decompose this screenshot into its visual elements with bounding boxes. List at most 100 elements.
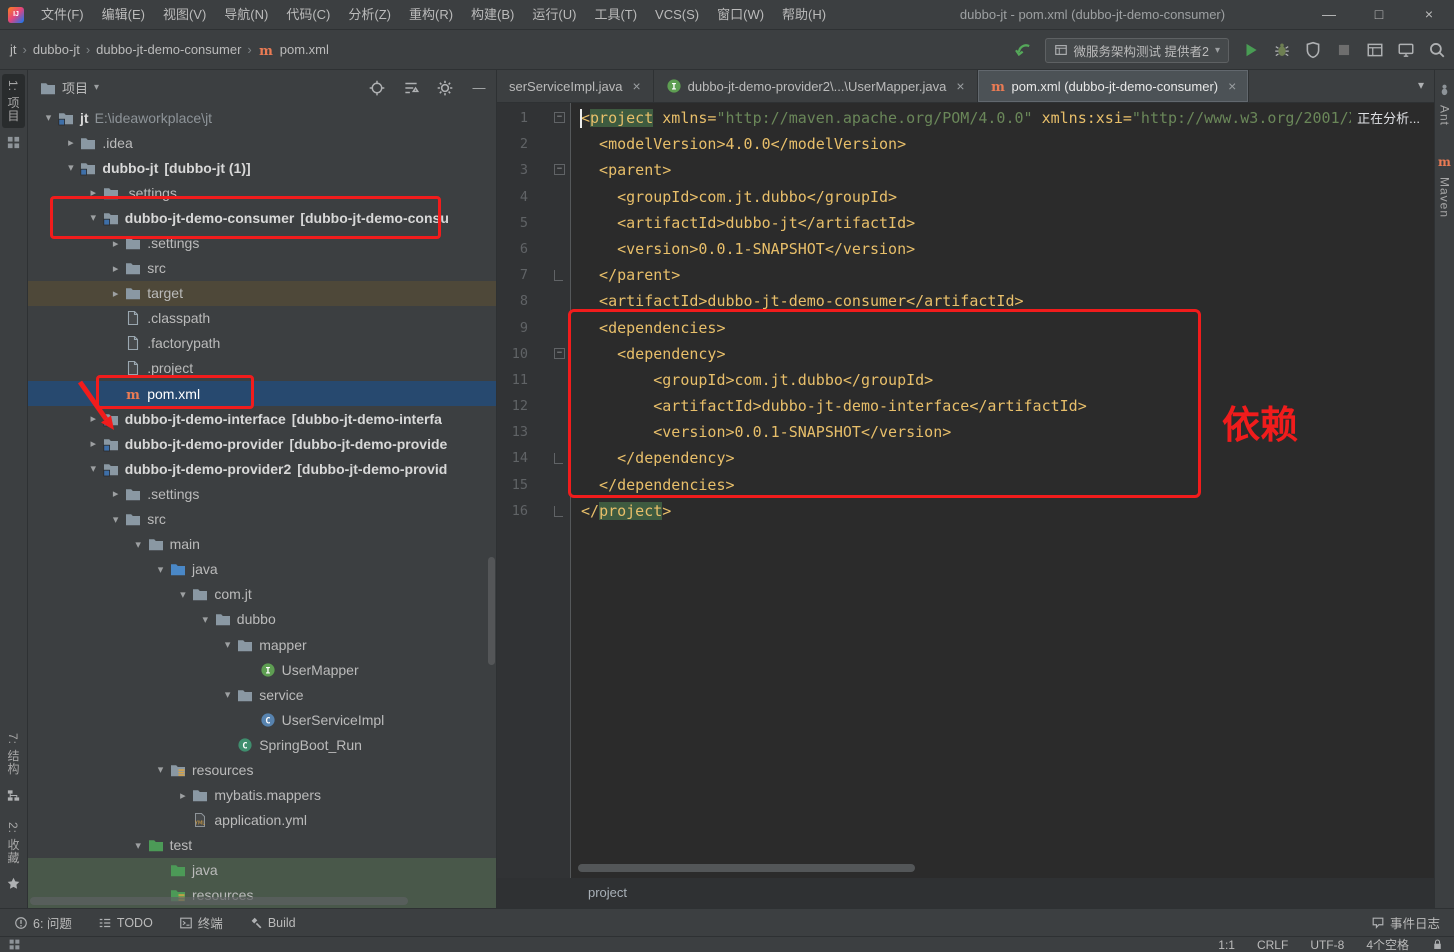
chevron-open-icon[interactable]: ▾ bbox=[130, 839, 147, 852]
tree-item-.settings[interactable]: ▸ .settings bbox=[28, 481, 496, 506]
run-config-selector[interactable]: 微服务架构测试 提供者2 ▾ bbox=[1044, 37, 1229, 63]
chevron-closed-icon[interactable]: ▸ bbox=[107, 237, 124, 250]
project-horizontal-scrollbar[interactable] bbox=[30, 897, 408, 905]
tree-item-UserMapper[interactable]: I UserMapper bbox=[28, 657, 496, 682]
search-icon[interactable] bbox=[1428, 41, 1446, 59]
maven-reimport-icon[interactable] bbox=[1014, 41, 1032, 59]
tree-item-application.yml[interactable]: YML application.yml bbox=[28, 808, 496, 833]
tool-button-ant[interactable]: Ant bbox=[1435, 99, 1454, 146]
fold-marker-icon[interactable]: − bbox=[554, 164, 565, 176]
tree-item-.classpath[interactable]: .classpath bbox=[28, 306, 496, 331]
fold-end-icon[interactable] bbox=[554, 270, 563, 282]
tree-item-java[interactable]: java bbox=[28, 857, 496, 883]
monitor-icon[interactable] bbox=[1397, 41, 1415, 59]
close-icon[interactable]: × bbox=[1228, 78, 1236, 94]
chevron-open-icon[interactable]: ▾ bbox=[107, 513, 124, 526]
tree-item-.settings[interactable]: ▸ .settings bbox=[28, 180, 496, 205]
locate-icon[interactable] bbox=[368, 79, 386, 97]
tree-item-.settings[interactable]: ▸ .settings bbox=[28, 230, 496, 255]
tree-item-pom.xml[interactable]: m pom.xml bbox=[28, 381, 496, 407]
run-icon[interactable] bbox=[1242, 41, 1260, 59]
coverage-icon[interactable] bbox=[1304, 41, 1322, 59]
chevron-closed-icon[interactable]: ▸ bbox=[107, 287, 124, 300]
menu-item[interactable]: 代码(C) bbox=[277, 0, 339, 30]
minimize-button[interactable]: — bbox=[1304, 0, 1354, 30]
menu-item[interactable]: 编辑(E) bbox=[93, 0, 154, 30]
close-button[interactable]: × bbox=[1404, 0, 1454, 30]
tree-item-.project[interactable]: .project bbox=[28, 356, 496, 381]
menu-item[interactable]: 运行(U) bbox=[523, 0, 585, 30]
chevron-open-icon[interactable]: ▾ bbox=[152, 763, 169, 776]
line-separator[interactable]: CRLF bbox=[1257, 938, 1288, 952]
tool-button-project[interactable]: 1: 项目 bbox=[2, 74, 25, 129]
breadcrumb-item-dubbo-jt[interactable]: dubbo-jt bbox=[33, 42, 80, 57]
tool-button-problems[interactable]: 6: 问题 bbox=[14, 913, 72, 932]
close-icon[interactable]: × bbox=[632, 78, 640, 94]
indent-setting[interactable]: 4个空格 bbox=[1366, 936, 1409, 952]
tool-button-maven[interactable]: Maven bbox=[1435, 171, 1454, 238]
chevron-open-icon[interactable]: ▾ bbox=[130, 538, 147, 551]
tree-item-.factorypath[interactable]: .factorypath bbox=[28, 331, 496, 356]
tree-item-resources[interactable]: ▾ resources bbox=[28, 757, 496, 782]
chevron-open-icon[interactable]: ▾ bbox=[62, 161, 79, 174]
chevron-open-icon[interactable]: ▾ bbox=[85, 211, 102, 224]
tree-item-jt[interactable]: ▾ jt E:\ideaworkplace\jt bbox=[28, 105, 496, 130]
tool-button-todo[interactable]: TODO bbox=[98, 916, 153, 930]
menu-item[interactable]: 导航(N) bbox=[215, 0, 277, 30]
tree-item-service[interactable]: ▾ service bbox=[28, 682, 496, 707]
chevron-open-icon[interactable]: ▾ bbox=[197, 613, 214, 626]
debug-icon[interactable] bbox=[1273, 41, 1291, 59]
gear-icon[interactable] bbox=[436, 79, 454, 97]
menu-item[interactable]: 分析(Z) bbox=[339, 0, 400, 30]
tree-item-mybatis.mappers[interactable]: ▸ mybatis.mappers bbox=[28, 783, 496, 808]
chevron-closed-icon[interactable]: ▸ bbox=[85, 186, 102, 199]
tool-window-switcher-icon[interactable] bbox=[8, 938, 21, 951]
tree-item-target[interactable]: ▸ target bbox=[28, 280, 496, 306]
tree-item-.idea[interactable]: ▸ .idea bbox=[28, 130, 496, 155]
chevron-open-icon[interactable]: ▾ bbox=[152, 563, 169, 576]
menu-item[interactable]: 文件(F) bbox=[32, 0, 93, 30]
chevron-closed-icon[interactable]: ▸ bbox=[107, 262, 124, 275]
tree-item-dubbo-jt-demo-consumer[interactable]: ▾ dubbo-jt-demo-consumer [dubbo-jt-demo-co… bbox=[28, 205, 496, 230]
breadcrumb-item-pom[interactable]: pom.xml bbox=[280, 42, 329, 57]
chevron-open-icon[interactable]: ▾ bbox=[40, 111, 57, 124]
code-area[interactable]: <project xmlns="http://maven.apache.org/… bbox=[571, 103, 1434, 878]
tree-item-dubbo-jt[interactable]: ▾ dubbo-jt [dubbo-jt (1)] bbox=[28, 155, 496, 180]
stop-icon[interactable] bbox=[1335, 41, 1353, 59]
lock-icon[interactable] bbox=[1431, 938, 1444, 951]
editor-horizontal-scrollbar[interactable] bbox=[578, 864, 915, 872]
tree-item-mapper[interactable]: ▾ mapper bbox=[28, 632, 496, 657]
fold-end-icon[interactable] bbox=[554, 505, 563, 517]
chevron-open-icon[interactable]: ▾ bbox=[174, 588, 191, 601]
tree-item-java[interactable]: ▾ java bbox=[28, 557, 496, 582]
tool-button-event-log[interactable]: 事件日志 bbox=[1371, 913, 1440, 932]
project-panel-title[interactable]: 项目 bbox=[62, 78, 88, 97]
chevron-closed-icon[interactable]: ▸ bbox=[174, 789, 191, 802]
caret-position[interactable]: 1:1 bbox=[1218, 938, 1235, 952]
menu-item[interactable]: 窗口(W) bbox=[708, 0, 773, 30]
hide-icon[interactable]: ― bbox=[470, 79, 488, 97]
editor-body[interactable]: 1−2 3−4 5 6 7 8 9 10−11 12 13 14 15 16 <project xmln… bbox=[497, 103, 1434, 878]
collapse-all-icon[interactable] bbox=[402, 79, 420, 97]
tool-button-terminal[interactable]: 终端 bbox=[179, 913, 223, 932]
breadcrumb-project-tag[interactable]: project bbox=[588, 885, 627, 900]
tree-item-SpringBoot_Run[interactable]: C SpringBoot_Run bbox=[28, 732, 496, 757]
chevron-closed-icon[interactable]: ▸ bbox=[85, 437, 102, 450]
tree-item-test[interactable]: ▾ test bbox=[28, 833, 496, 858]
tree-item-UserServiceImpl[interactable]: C UserServiceImpl bbox=[28, 707, 496, 732]
menu-item[interactable]: 帮助(H) bbox=[773, 0, 835, 30]
tool-button-structure[interactable]: 7: 结构 bbox=[2, 727, 25, 815]
tree-item-dubbo[interactable]: ▾ dubbo bbox=[28, 607, 496, 632]
tree-item-dubbo-jt-demo-provider2[interactable]: ▾ dubbo-jt-demo-provider2 [dubbo-jt-demo-p… bbox=[28, 456, 496, 481]
tree-item-dubbo-jt-demo-provider[interactable]: ▸ dubbo-jt-demo-provider [dubbo-jt-demo-pr… bbox=[28, 431, 496, 456]
breadcrumb-item-jt[interactable]: jt bbox=[10, 42, 17, 57]
tree-item-main[interactable]: ▾ main bbox=[28, 532, 496, 557]
chevron-down-icon[interactable]: ▾ bbox=[94, 82, 99, 93]
tree-item-src[interactable]: ▾ src bbox=[28, 507, 496, 532]
chevron-closed-icon[interactable]: ▸ bbox=[107, 487, 124, 500]
layout-icon[interactable] bbox=[1366, 41, 1384, 59]
chevron-closed-icon[interactable]: ▸ bbox=[85, 412, 102, 425]
editor-tab[interactable]: serServiceImpl.java × bbox=[497, 70, 654, 102]
tool-button-favorites[interactable]: 2: 收藏 bbox=[2, 816, 25, 904]
menu-item[interactable]: VCS(S) bbox=[646, 0, 708, 30]
